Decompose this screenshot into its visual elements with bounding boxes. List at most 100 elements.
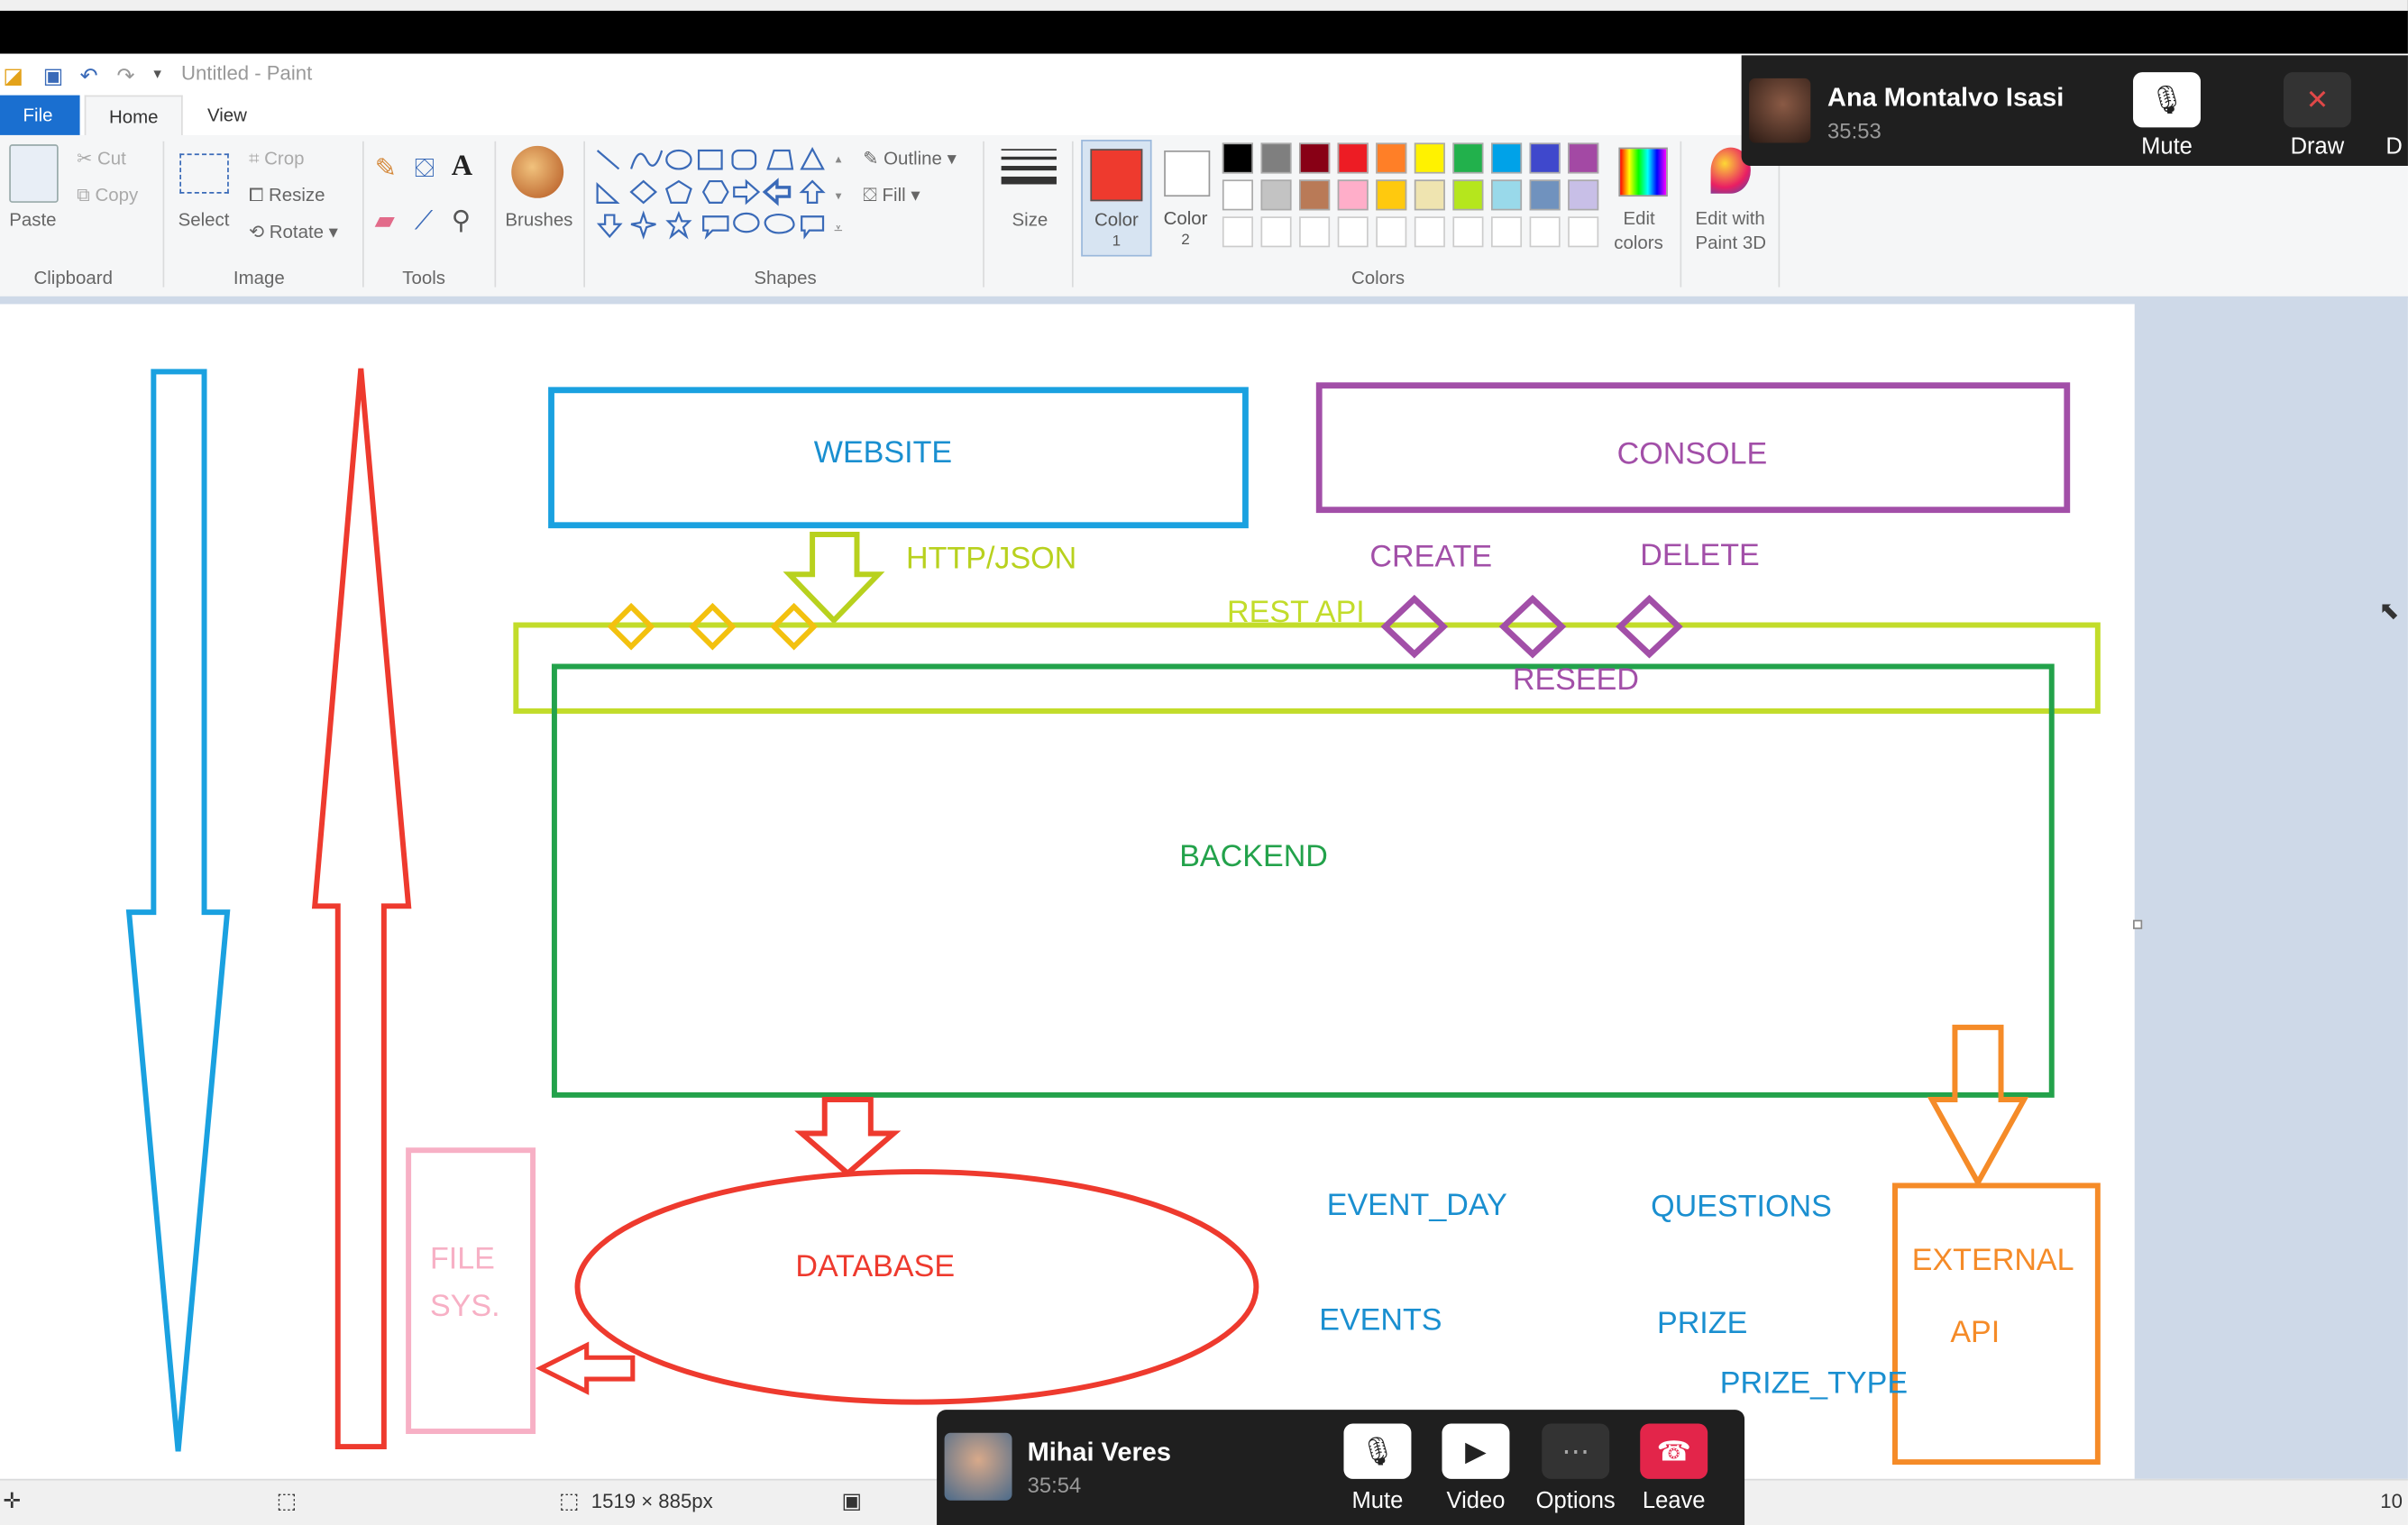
magnifier-icon[interactable]: ⚲ — [452, 205, 471, 236]
palette-swatch[interactable] — [1452, 142, 1484, 174]
paint3d-line1[interactable]: Edit with — [1696, 207, 1765, 229]
palette-swatch[interactable] — [1414, 142, 1445, 174]
rotate-button[interactable]: ⟲ Rotate ▾ — [249, 221, 338, 242]
palette-swatch[interactable] — [1568, 179, 1599, 211]
size-icon[interactable] — [1001, 149, 1057, 185]
palette-swatch[interactable] — [1299, 142, 1331, 174]
up-arrow-shape — [311, 368, 412, 1450]
external-label-2: API — [1950, 1316, 2001, 1350]
create-label: CREATE — [1369, 540, 1493, 575]
website-label: WEBSITE — [813, 435, 953, 470]
fill-dropdown[interactable]: ⛋ Fill ▾ — [863, 184, 920, 207]
palette-swatch[interactable] — [1260, 179, 1292, 211]
event-day-label: EVENT_DAY — [1326, 1188, 1507, 1223]
prize-label: PRIZE — [1656, 1307, 1748, 1341]
paste-icon[interactable] — [9, 144, 59, 203]
palette-swatch[interactable] — [1222, 142, 1253, 174]
paste-button[interactable]: Paste — [9, 209, 56, 231]
palette-swatch[interactable] — [1568, 142, 1599, 174]
palette-swatch[interactable] — [1260, 142, 1292, 174]
edit-colors-icon[interactable] — [1618, 147, 1668, 197]
select-button[interactable]: Select — [179, 209, 230, 231]
color1-selector[interactable]: Color 1 — [1081, 140, 1152, 257]
zoom-level[interactable]: 10 — [2380, 1490, 2403, 1513]
text-tool-icon[interactable]: A — [452, 151, 472, 184]
edit-colors-line1[interactable]: Edit — [1623, 207, 1654, 229]
palette-swatch[interactable] — [1222, 216, 1253, 248]
palette-swatch[interactable] — [1529, 179, 1561, 211]
filesys-arrow-shape — [535, 1341, 636, 1395]
cut-button[interactable]: ✂ Cut — [77, 148, 126, 169]
color2-selector[interactable]: Color 2 — [1155, 140, 1216, 253]
select-icon[interactable] — [179, 153, 229, 194]
copy-button[interactable]: ⧉ Copy — [77, 184, 138, 207]
palette-swatch[interactable] — [1222, 179, 1253, 211]
http-arrow-shape — [783, 531, 885, 625]
palette-swatch[interactable] — [1376, 179, 1407, 211]
palette-swatch[interactable] — [1376, 216, 1407, 248]
prize-type-label: PRIZE_TYPE — [1719, 1366, 1909, 1401]
rest-api-label: REST API — [1227, 596, 1365, 630]
canvas-resize-handle[interactable] — [2133, 919, 2143, 929]
home-tab[interactable]: Home — [84, 95, 183, 137]
pencil-icon[interactable]: ✎ — [375, 153, 397, 184]
palette-swatch[interactable] — [1299, 179, 1331, 211]
file-tab[interactable]: File — [0, 95, 80, 135]
color-palette[interactable] — [1222, 142, 1607, 253]
brushes-button[interactable]: Brushes — [505, 209, 572, 231]
svg-text:▾: ▾ — [836, 189, 842, 203]
palette-swatch[interactable] — [1529, 142, 1561, 174]
resize-button[interactable]: ⧠ Resize — [249, 184, 325, 207]
palette-swatch[interactable] — [1414, 216, 1445, 248]
palette-swatch[interactable] — [1337, 179, 1369, 211]
edit-colors-line2[interactable]: colors — [1614, 232, 1663, 253]
palette-swatch[interactable] — [1376, 142, 1407, 174]
customize-toolbar-icon[interactable]: ▾ — [153, 66, 161, 83]
drawing-canvas[interactable]: WEBSITE CONSOLE HTTP/JSON CREATE DELETE … — [0, 304, 2135, 1479]
palette-swatch[interactable] — [1337, 142, 1369, 174]
palette-swatch[interactable] — [1452, 216, 1484, 248]
filesys-label-1: FILE — [429, 1242, 495, 1276]
palette-swatch[interactable] — [1299, 216, 1331, 248]
crop-button[interactable]: ⌗ Crop — [249, 148, 305, 171]
reseed-label: RESEED — [1512, 663, 1639, 698]
palette-swatch[interactable] — [1568, 216, 1599, 248]
palette-swatch[interactable] — [1491, 142, 1523, 174]
mute-button[interactable]: 🎙 — [2133, 72, 2201, 128]
events-label: EVENTS — [1319, 1303, 1442, 1338]
shapes-gallery[interactable]: ▴ ▾ ⩡ — [593, 144, 855, 245]
draw-label: Draw — [2290, 133, 2345, 160]
rotate-label: Rotate — [269, 221, 324, 243]
video-button[interactable]: ▶ — [1442, 1423, 1510, 1479]
backend-label: BACKEND — [1179, 840, 1328, 874]
self-mute-button[interactable]: 🎙 — [1343, 1423, 1412, 1479]
palette-swatch[interactable] — [1491, 179, 1523, 211]
save-icon[interactable]: ▣ — [43, 63, 64, 89]
palette-swatch[interactable] — [1414, 179, 1445, 211]
draw-button[interactable]: ✕ — [2283, 72, 2351, 128]
outline-label: Outline — [884, 147, 942, 169]
palette-swatch[interactable] — [1529, 216, 1561, 248]
brushes-icon[interactable] — [511, 145, 564, 198]
eraser-icon[interactable]: ▰ — [375, 205, 395, 236]
palette-swatch[interactable] — [1260, 216, 1292, 248]
size-button[interactable]: Size — [1012, 209, 1048, 231]
colors-group-label: Colors — [1350, 267, 1405, 289]
database-label: DATABASE — [795, 1249, 956, 1284]
paint3d-line2[interactable]: Paint 3D — [1696, 232, 1766, 253]
redo-icon[interactable]: ↷ — [116, 63, 134, 89]
fill-bucket-icon[interactable]: ⛋ — [415, 153, 435, 184]
outline-dropdown[interactable]: ✎ Outline ▾ — [863, 148, 957, 169]
color-picker-icon[interactable]: ⟋ — [415, 205, 433, 236]
view-tab[interactable]: View — [184, 96, 270, 135]
undo-icon[interactable]: ↶ — [80, 63, 98, 89]
screen: ◪ ▣ ↶ ↷ ▾ Untitled - Paint File Home Vie… — [0, 0, 2408, 1525]
palette-swatch[interactable] — [1452, 179, 1484, 211]
options-button[interactable]: ⋯ — [1542, 1423, 1610, 1479]
selection-size-icon: ⬚ — [276, 1488, 298, 1513]
palette-swatch[interactable] — [1491, 216, 1523, 248]
options-label: Options — [1535, 1488, 1616, 1515]
palette-swatch[interactable] — [1337, 216, 1369, 248]
top-strip — [0, 0, 2408, 54]
leave-button[interactable]: ☎ — [1640, 1423, 1708, 1479]
